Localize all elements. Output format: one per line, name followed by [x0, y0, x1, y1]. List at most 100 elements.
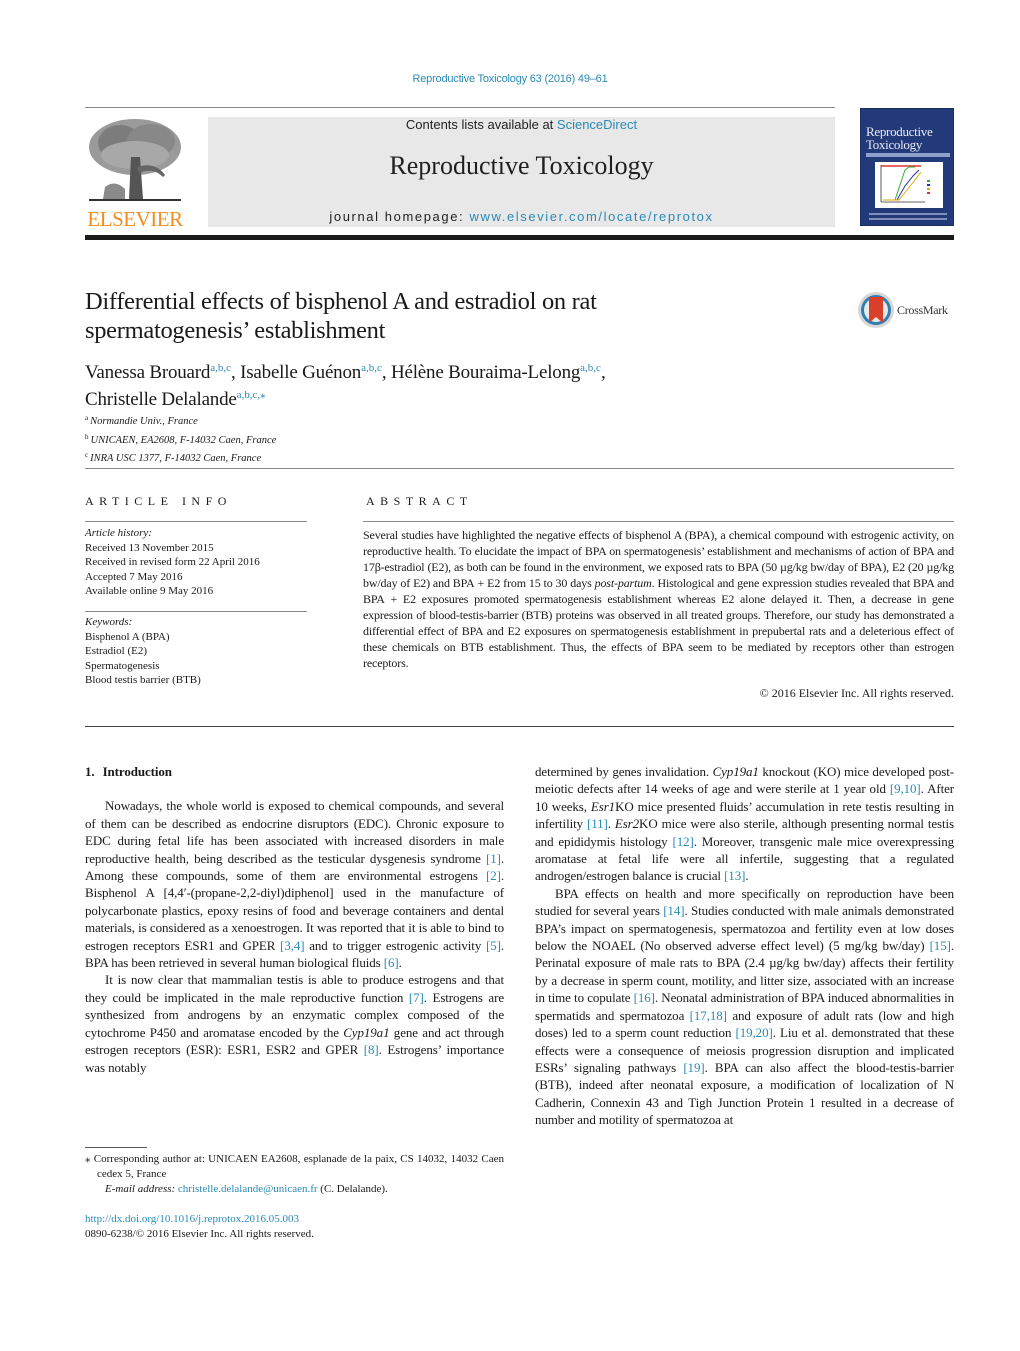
- divider: [85, 468, 954, 469]
- citation-link[interactable]: [8]: [364, 1042, 379, 1057]
- citation-link[interactable]: [13]: [724, 868, 745, 883]
- keywords-label: Keywords:: [85, 616, 133, 628]
- author-affiliation-marker[interactable]: a,b,c: [580, 362, 601, 374]
- citation-link[interactable]: [12]: [672, 834, 693, 849]
- elsevier-tree-icon: [85, 117, 185, 205]
- keyword: Spermatogenesis: [85, 659, 160, 672]
- text-run: .: [607, 816, 615, 832]
- author-affiliation-marker[interactable]: a,b,c: [210, 362, 231, 374]
- author[interactable]: Christelle Delalandea,b,c,⁎: [85, 389, 266, 410]
- citation-link[interactable]: [19,20]: [735, 1025, 772, 1040]
- email-note: E-mail address: christelle.delalande@uni…: [105, 1183, 388, 1195]
- history-item: Received 13 November 2015: [85, 541, 214, 554]
- cover-footer-line: [869, 213, 947, 215]
- contents-prefix: Contents lists available at: [405, 117, 557, 132]
- homepage-prefix: journal homepage:: [329, 209, 470, 224]
- elsevier-wordmark: ELSEVIER: [87, 207, 183, 231]
- text-run: determined by genes invalidation.: [535, 764, 713, 779]
- divider: [85, 521, 307, 522]
- italic-term: Esr2: [614, 816, 640, 832]
- history-item: Available online 9 May 2016: [85, 585, 214, 597]
- abstract-heading: ABSTRACT: [366, 494, 473, 508]
- paragraph: It is now clear that mammalian testis is…: [85, 971, 504, 1075]
- journal-homepage-link[interactable]: www.elsevier.com/locate/reprotox: [469, 209, 713, 224]
- journal-name: Reproductive Toxicology: [389, 151, 654, 180]
- sciencedirect-link[interactable]: ScienceDirect: [557, 117, 637, 132]
- paragraph: Nowadays, the whole world is exposed to …: [85, 797, 504, 971]
- keyword: Blood testis barrier (BTB): [85, 674, 201, 686]
- paragraph: determined by genes invalidation. Cyp19a…: [535, 763, 954, 885]
- italic-term: Cyp19a1: [712, 764, 759, 779]
- citation-link[interactable]: [15]: [930, 938, 951, 953]
- homepage-line: journal homepage: www.elsevier.com/locat…: [208, 209, 835, 224]
- cover-chart-icon: [880, 165, 930, 203]
- keyword: Bisphenol A (BPA): [85, 630, 170, 643]
- keywords: Keywords: Bisphenol A (BPA) Estradiol (E…: [85, 615, 310, 688]
- cover-subtitle-bar: [866, 153, 950, 157]
- citation-link[interactable]: [16]: [634, 990, 655, 1005]
- divider: [363, 521, 954, 522]
- section-heading-introduction: 1. Introduction: [85, 764, 172, 779]
- author[interactable]: Isabelle Guénona,b,c: [240, 362, 382, 383]
- author[interactable]: Vanessa Brouarda,b,c: [85, 362, 231, 383]
- journal-masthead: Contents lists available at ScienceDirec…: [208, 117, 835, 227]
- affiliation-list: a Normandie Univ., France b UNICAEN, EA260…: [85, 411, 585, 467]
- running-head-citation[interactable]: Reproductive Toxicology 63 (2016) 49–61: [0, 73, 1020, 85]
- doi-link[interactable]: http://dx.doi.org/10.1016/j.reprotox.201…: [85, 1212, 504, 1227]
- text-run: .: [745, 868, 749, 884]
- affiliation: c INRA USC 1377, F-14032 Caen, France: [85, 451, 262, 464]
- doi-block: http://dx.doi.org/10.1016/j.reprotox.201…: [85, 1212, 504, 1242]
- elsevier-logo[interactable]: ELSEVIER: [85, 117, 185, 231]
- issn-copyright: 0890-6238/© 2016 Elsevier Inc. All right…: [85, 1228, 314, 1240]
- citation-link[interactable]: [3,4]: [280, 938, 305, 953]
- header-thick-rule: [85, 235, 954, 240]
- citation-link[interactable]: [1]: [486, 851, 501, 866]
- crossmark-icon: [858, 292, 894, 328]
- author-affiliation-marker[interactable]: a,b,c: [361, 362, 382, 374]
- article-title: Differential effects of bisphenol A and …: [85, 288, 597, 344]
- paragraph: BPA effects on health and more specifica…: [535, 885, 954, 1129]
- keyword: Estradiol (E2): [85, 645, 148, 657]
- article-history: Article history: Received 13 November 20…: [85, 526, 310, 599]
- article-info-heading: ARTICLE INFO: [85, 494, 232, 508]
- cover-figure: [875, 162, 943, 208]
- body-column-right: determined by genes invalidation. Cyp19a…: [535, 763, 954, 1129]
- affiliation: b UNICAEN, EA2608, F-14032 Caen, France: [85, 432, 277, 446]
- citation-link[interactable]: [2]: [486, 868, 501, 883]
- crossmark-label: CrossMark: [897, 303, 948, 317]
- header-top-rule: [85, 107, 835, 108]
- cover-title: Reproductive Toxicology: [866, 124, 933, 152]
- article-history-label: Article history:: [85, 527, 152, 539]
- citation-link[interactable]: [11]: [587, 816, 608, 831]
- footnotes: ⁎ Corresponding author at: UNICAEN EA260…: [85, 1152, 504, 1197]
- journal-cover-thumbnail[interactable]: Reproductive Toxicology: [860, 108, 954, 226]
- affiliation: a Normandie Univ., France: [85, 414, 198, 427]
- text-run: and to trigger estrogenic activity: [304, 937, 486, 953]
- citation-link[interactable]: [6]: [384, 955, 399, 970]
- history-item: Received in revised form 22 April 2016: [85, 556, 260, 568]
- crossmark-button[interactable]: CrossMark: [857, 291, 957, 329]
- citation-link[interactable]: [17,18]: [690, 1008, 727, 1023]
- abstract-text: Several studies have highlighted the neg…: [363, 528, 954, 670]
- citation-link[interactable]: [19]: [683, 1060, 704, 1075]
- author[interactable]: Hélène Bouraima-Lelonga,b,c: [391, 362, 601, 383]
- corresponding-author-note: ⁎ Corresponding author at: UNICAEN EA260…: [85, 1153, 504, 1180]
- author-affiliation-marker[interactable]: a,b,c,⁎: [237, 389, 266, 401]
- text-run: .: [398, 955, 402, 971]
- email-link[interactable]: christelle.delalande@unicaen.fr: [178, 1183, 318, 1195]
- text-run: Nowadays, the whole world is exposed to …: [85, 798, 504, 866]
- citation-link[interactable]: [14]: [663, 903, 684, 918]
- italic-term: Esr1: [590, 798, 616, 814]
- citation-link[interactable]: [7]: [409, 990, 424, 1005]
- divider: [85, 611, 307, 612]
- abstract-copyright: © 2016 Elsevier Inc. All rights reserved…: [759, 686, 954, 700]
- contents-line: Contents lists available at ScienceDirec…: [208, 117, 835, 132]
- cover-footer-line: [869, 218, 947, 220]
- author-list: Vanessa Brouarda,b,c, Isabelle Guénona,b…: [85, 362, 606, 410]
- footnote-rule: [85, 1147, 147, 1148]
- citation-link[interactable]: [9,10]: [890, 781, 921, 796]
- body-column-left: 1. Introduction Nowadays, the whole world…: [85, 763, 504, 1076]
- italic-term: Cyp19a1: [343, 1024, 390, 1040]
- history-item: Accepted 7 May 2016: [85, 570, 183, 583]
- citation-link[interactable]: [5]: [486, 938, 501, 953]
